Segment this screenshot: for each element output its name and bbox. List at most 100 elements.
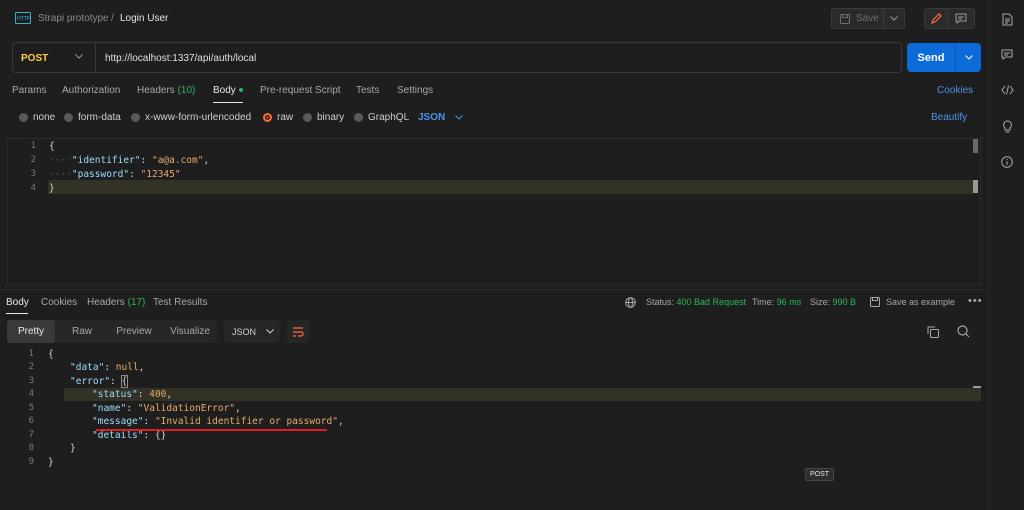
cookies-link[interactable]: Cookies: [937, 85, 973, 96]
time-value: 96 ms: [776, 297, 802, 307]
tab-authorization[interactable]: Authorization: [62, 85, 120, 96]
modified-dot-icon: [238, 88, 243, 93]
method-tooltip: POST: [805, 468, 834, 481]
pencil-icon: [930, 13, 942, 24]
globe-icon[interactable]: [625, 297, 636, 308]
size-value: 990 B: [832, 297, 857, 307]
status-value: 400 Bad Request: [676, 297, 747, 307]
view-pretty[interactable]: Pretty: [7, 320, 55, 343]
view-visualize[interactable]: Visualize: [163, 320, 217, 343]
tab-settings[interactable]: Settings: [397, 85, 433, 96]
save-button[interactable]: Save: [831, 8, 884, 29]
search-icon[interactable]: [957, 325, 970, 338]
tab-headers[interactable]: Headers (10): [137, 85, 195, 96]
edit-button[interactable]: [924, 8, 948, 29]
radio-graphql[interactable]: GraphQL: [354, 112, 409, 123]
documentation-button[interactable]: [999, 11, 1015, 27]
more-options-icon[interactable]: •••: [968, 295, 983, 307]
code-line: }: [48, 457, 54, 468]
view-preview[interactable]: Preview: [105, 320, 163, 343]
radio-binary[interactable]: binary: [303, 112, 344, 123]
json-value: {}: [154, 430, 167, 441]
json-value: "Invalid identifier or password": [154, 416, 338, 427]
scrollbar-marker: [973, 386, 981, 388]
send-options-button[interactable]: [955, 43, 981, 72]
response-tab-cookies[interactable]: Cookies: [41, 297, 77, 308]
chevron-down-icon: [890, 16, 898, 21]
code-line: "status": 400,: [92, 389, 173, 400]
radio-raw-label: raw: [277, 112, 294, 123]
code-icon: [1000, 85, 1014, 95]
radio-urlencoded[interactable]: x-www-form-urlencoded: [131, 112, 251, 123]
line-number: 6: [28, 416, 34, 426]
line-number: 2: [30, 155, 36, 165]
line-number: 2: [28, 362, 34, 372]
method-select[interactable]: POST: [21, 53, 48, 64]
response-tab-headers[interactable]: Headers (17): [87, 297, 145, 308]
json-key: "identifier": [71, 155, 141, 166]
line-number: 3: [30, 169, 36, 179]
scrollbar-thumb[interactable]: [973, 139, 978, 153]
json-value: "ValidationError": [137, 403, 236, 414]
response-status: Status: 400 Bad Request: [646, 297, 746, 307]
code-snippet-button[interactable]: [999, 82, 1015, 98]
radio-graphql-label: GraphQL: [368, 112, 410, 123]
line-number: 1: [30, 141, 36, 151]
beautify-link[interactable]: Beautify: [931, 112, 967, 123]
radio-form-data[interactable]: form-data: [64, 112, 121, 123]
page-title[interactable]: Login User: [120, 13, 168, 24]
radio-raw[interactable]: raw: [263, 112, 293, 123]
save-options-button[interactable]: [884, 8, 905, 29]
send-button[interactable]: Send: [907, 43, 955, 72]
related-collections-button[interactable]: [999, 118, 1015, 134]
status-label: Status:: [646, 297, 675, 307]
line-number: 4: [30, 183, 36, 193]
json-key: "error": [70, 376, 111, 387]
response-size: Size: 990 B: [810, 297, 856, 307]
code-line: {: [49, 141, 55, 152]
url-input[interactable]: http://localhost:1337/api/auth/local: [105, 53, 256, 64]
tab-tests[interactable]: Tests: [356, 85, 379, 96]
tab-headers-label: Headers: [137, 85, 175, 96]
code-line: "data": null,: [70, 362, 145, 373]
copy-icon[interactable]: [927, 326, 939, 338]
tab-params[interactable]: Params: [12, 85, 46, 96]
save-as-example-button[interactable]: Save as example: [886, 297, 955, 307]
response-view-mode: Pretty Raw Preview Visualize: [7, 320, 217, 343]
info-button[interactable]: [999, 154, 1015, 170]
view-raw[interactable]: Raw: [59, 320, 105, 343]
radio-none[interactable]: none: [19, 112, 55, 123]
active-tab-indicator: [6, 313, 28, 314]
json-key: "name": [92, 403, 127, 414]
chevron-down-icon: [964, 55, 973, 60]
current-line-highlight: [64, 388, 981, 401]
pane-divider[interactable]: [0, 289, 988, 290]
chevron-down-icon[interactable]: [75, 54, 83, 59]
comments-button[interactable]: [948, 8, 975, 29]
line-number: 1: [28, 349, 34, 359]
line-number: 8: [28, 443, 34, 453]
request-body-editor[interactable]: 1 2 3 4 { ····"identifier": "a@a.com", ·…: [7, 138, 981, 285]
lightbulb-icon: [1002, 119, 1012, 132]
response-tab-test-results[interactable]: Test Results: [153, 297, 207, 308]
wrap-lines-button[interactable]: [287, 320, 309, 343]
time-label: Time:: [752, 297, 775, 307]
response-format-label: JSON: [232, 326, 257, 337]
json-value: 400: [149, 389, 167, 400]
comments-sidebar-button[interactable]: [999, 46, 1015, 62]
radio-binary-label: binary: [317, 112, 345, 123]
tab-pre-request-script[interactable]: Pre-request Script: [260, 85, 341, 96]
response-body-viewer[interactable]: 1 2 3 4 5 6 7 8 9 { "data": null, "error…: [7, 348, 981, 478]
breadcrumb-workspace[interactable]: Strapi prototype: [38, 13, 109, 24]
response-tab-headers-label: Headers: [87, 297, 125, 308]
response-tab-body[interactable]: Body: [6, 297, 29, 308]
radio-off-icon: [354, 113, 363, 122]
tab-body[interactable]: Body: [213, 85, 243, 96]
code-line: "error": {: [70, 375, 129, 388]
code-line: }: [49, 183, 55, 194]
method-divider: [95, 43, 96, 72]
line-number: 4: [28, 389, 34, 399]
comment-icon: [1001, 49, 1013, 60]
body-format-select[interactable]: JSON: [418, 112, 464, 123]
response-format-select[interactable]: JSON: [224, 320, 280, 343]
